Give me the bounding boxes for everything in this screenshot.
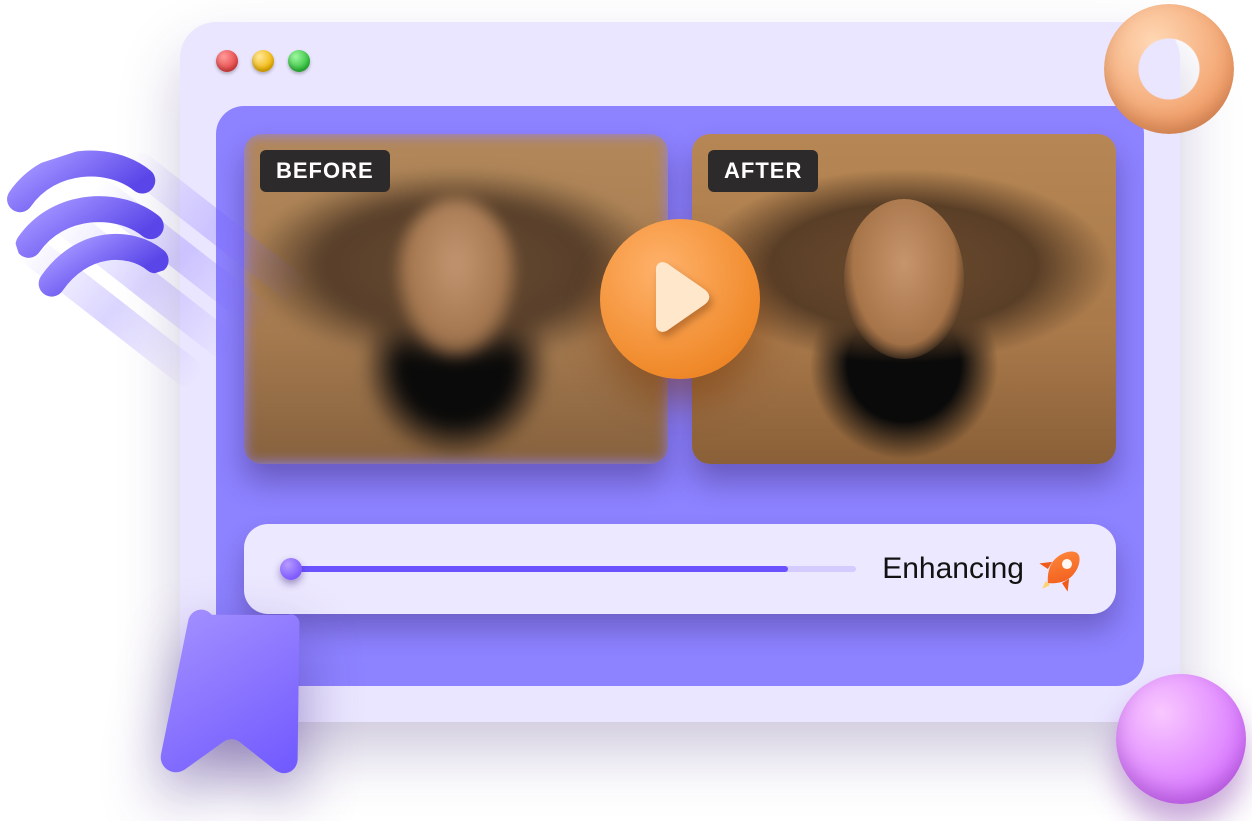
after-badge: AFTER (708, 150, 818, 192)
progress-track[interactable] (284, 566, 856, 572)
minimize-dot-icon[interactable] (252, 50, 274, 72)
sphere-icon (1116, 674, 1246, 804)
maximize-dot-icon[interactable] (288, 50, 310, 72)
compare-row: BEFORE AFTER (244, 134, 1116, 464)
donut-icon (1104, 4, 1234, 134)
window-titlebar (216, 50, 310, 72)
progress-status: Enhancing (882, 552, 1024, 586)
stage: BEFORE AFTER (0, 0, 1252, 818)
play-button[interactable] (600, 219, 760, 379)
play-icon (648, 261, 712, 338)
progress-knob[interactable] (280, 558, 302, 580)
close-dot-icon[interactable] (216, 50, 238, 72)
before-badge: BEFORE (260, 150, 390, 192)
cursor-icon (126, 586, 356, 816)
progress-bar: Enhancing (244, 524, 1116, 614)
rocket-icon (1038, 545, 1086, 593)
progress-fill (284, 566, 788, 572)
